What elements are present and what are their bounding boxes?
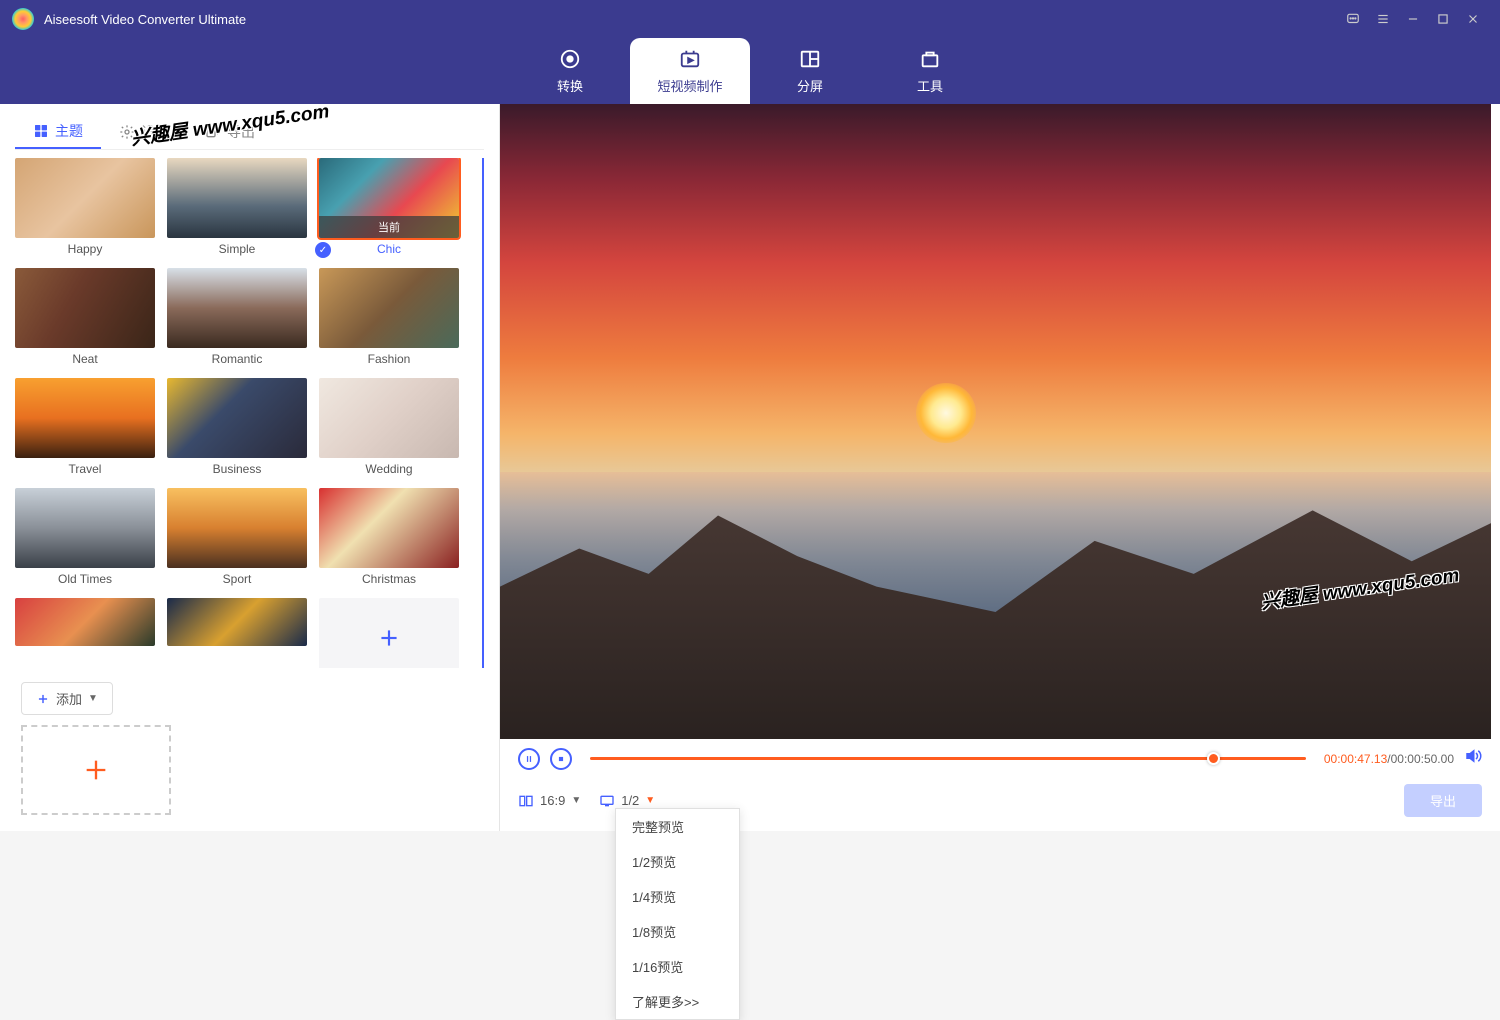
top-nav: 转换 短视频制作 分屏 工具 xyxy=(0,38,1500,104)
aspect-ratio-value: 16:9 xyxy=(540,793,565,808)
zoom-dropdown: 完整预览 1/2预览 1/4预览 1/8预览 1/16预览 了解更多>> xyxy=(615,808,740,1020)
zoom-option-full[interactable]: 完整预览 xyxy=(616,809,739,844)
current-badge: 当前 xyxy=(319,216,459,238)
theme-item[interactable] xyxy=(15,598,155,668)
pause-button[interactable] xyxy=(518,748,540,770)
theme-thumbnail xyxy=(319,268,459,348)
zoom-select[interactable]: 1/2 ▼ xyxy=(599,793,655,809)
time-current: 00:00:47.13 xyxy=(1324,752,1387,766)
aspect-ratio-select[interactable]: 16:9 ▼ xyxy=(518,793,581,809)
export-button[interactable]: 导出 xyxy=(1404,784,1482,817)
theme-item[interactable]: Sport xyxy=(167,488,307,586)
app-logo xyxy=(12,8,34,30)
theme-item[interactable]: Simple xyxy=(167,158,307,256)
progress-bar[interactable] xyxy=(590,757,1306,760)
left-panel: 主题 设置 导出 HappySimple当前ChicNeatRomanticFa… xyxy=(0,104,500,831)
theme-thumbnail xyxy=(15,598,155,646)
time-total: /00:00:50.00 xyxy=(1387,752,1454,766)
theme-item[interactable]: Old Times xyxy=(15,488,155,586)
subtab-theme-label: 主题 xyxy=(55,121,83,141)
close-button[interactable] xyxy=(1458,4,1488,34)
tab-split[interactable]: 分屏 xyxy=(750,38,870,104)
theme-item[interactable]: Wedding xyxy=(319,378,459,476)
theme-thumbnail xyxy=(15,378,155,458)
tab-tools-label: 工具 xyxy=(917,76,943,95)
zoom-option-half[interactable]: 1/2预览 xyxy=(616,844,739,879)
theme-thumbnail xyxy=(319,488,459,568)
theme-label: Fashion xyxy=(319,352,459,366)
theme-thumbnail xyxy=(15,158,155,238)
theme-thumbnail xyxy=(167,158,307,238)
chevron-down-icon: ▼ xyxy=(88,693,98,704)
player-controls: 00:00:47.13/00:00:50.00 xyxy=(500,739,1500,778)
add-theme-thumb[interactable] xyxy=(319,598,459,668)
zoom-option-sixteenth[interactable]: 1/16预览 xyxy=(616,949,739,984)
theme-label: Sport xyxy=(167,572,307,586)
add-button[interactable]: 添加 ▼ xyxy=(21,682,113,715)
minimize-button[interactable] xyxy=(1398,4,1428,34)
app-title: Aiseesoft Video Converter Ultimate xyxy=(44,12,1338,27)
theme-thumbnail xyxy=(167,268,307,348)
right-panel: 00:00:47.13/00:00:50.00 16:9 ▼ 1/2 ▼ 导出 … xyxy=(500,104,1500,831)
progress-handle[interactable] xyxy=(1207,752,1220,765)
theme-label: Romantic xyxy=(167,352,307,366)
chevron-down-icon: ▼ xyxy=(645,795,655,806)
theme-label: Travel xyxy=(15,462,155,476)
theme-item[interactable]: Fashion xyxy=(319,268,459,366)
theme-item[interactable]: Christmas xyxy=(319,488,459,586)
stop-button[interactable] xyxy=(550,748,572,770)
menu-icon[interactable] xyxy=(1368,4,1398,34)
theme-label: Christmas xyxy=(319,572,459,586)
volume-icon[interactable] xyxy=(1464,747,1482,770)
theme-grid: Happy Simple 当前 Chic Neat Romantic Fashion Trav… xyxy=(15,158,484,668)
options-bar: 16:9 ▼ 1/2 ▼ 导出 完整预览 1/2预览 1/4预览 1/8预览 1… xyxy=(500,778,1500,831)
main-area: 主题 设置 导出 HappySimple当前ChicNeatRomanticFa… xyxy=(0,104,1500,831)
theme-thumbnail xyxy=(167,598,307,646)
theme-label: Chic xyxy=(319,242,459,256)
theme-thumbnail xyxy=(167,378,307,458)
theme-label: Happy xyxy=(15,242,155,256)
theme-item[interactable]: Business xyxy=(167,378,307,476)
time-display: 00:00:47.13/00:00:50.00 xyxy=(1324,752,1454,766)
theme-label: Neat xyxy=(15,352,155,366)
theme-label: Old Times xyxy=(15,572,155,586)
tab-mv[interactable]: 短视频制作 xyxy=(630,38,750,104)
chevron-down-icon: ▼ xyxy=(571,795,581,806)
subtab-theme[interactable]: 主题 xyxy=(15,115,101,149)
export-button-label: 导出 xyxy=(1430,794,1456,809)
theme-label: Business xyxy=(167,462,307,476)
theme-item[interactable]: Travel xyxy=(15,378,155,476)
zoom-value: 1/2 xyxy=(621,793,639,808)
zoom-option-quarter[interactable]: 1/4预览 xyxy=(616,879,739,914)
theme-item[interactable] xyxy=(167,598,307,668)
add-button-label: 添加 xyxy=(56,689,82,708)
dropzone[interactable] xyxy=(21,725,171,815)
feedback-icon[interactable] xyxy=(1338,4,1368,34)
theme-thumbnail xyxy=(15,268,155,348)
theme-item[interactable]: Happy xyxy=(15,158,155,256)
theme-item[interactable]: 当前 Chic xyxy=(319,158,459,256)
theme-thumbnail xyxy=(15,488,155,568)
tab-convert-label: 转换 xyxy=(557,76,583,95)
tab-mv-label: 短视频制作 xyxy=(657,76,722,95)
zoom-option-more[interactable]: 了解更多>> xyxy=(616,984,739,1019)
check-icon xyxy=(315,242,331,258)
theme-thumbnail xyxy=(319,378,459,458)
theme-label: Wedding xyxy=(319,462,459,476)
theme-item[interactable] xyxy=(319,598,459,668)
theme-thumbnail xyxy=(167,488,307,568)
tab-tools[interactable]: 工具 xyxy=(870,38,990,104)
tab-split-label: 分屏 xyxy=(797,76,823,95)
theme-thumbnail: 当前 xyxy=(319,158,459,238)
theme-item[interactable]: Neat xyxy=(15,268,155,366)
theme-item[interactable]: Romantic xyxy=(167,268,307,366)
zoom-option-eighth[interactable]: 1/8预览 xyxy=(616,914,739,949)
tab-convert[interactable]: 转换 xyxy=(510,38,630,104)
maximize-button[interactable] xyxy=(1428,4,1458,34)
titlebar: Aiseesoft Video Converter Ultimate xyxy=(0,0,1500,38)
theme-label: Simple xyxy=(167,242,307,256)
preview-area[interactable] xyxy=(500,104,1491,739)
